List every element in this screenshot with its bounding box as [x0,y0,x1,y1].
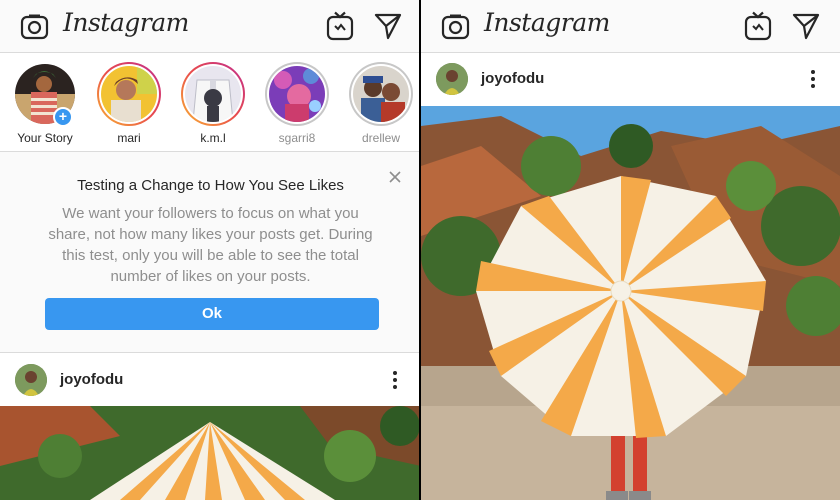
ok-button[interactable]: Ok [45,298,379,330]
avatar[interactable] [15,364,47,396]
avatar [353,66,409,122]
add-story-icon[interactable]: + [53,107,73,127]
post-username[interactable]: joyofodu [60,371,123,388]
story-ring [97,62,161,126]
story-name: Your Story [17,131,73,145]
post-photo[interactable] [421,106,840,500]
direct-message-icon[interactable] [792,12,820,40]
instagram-logo[interactable]: Instagram [63,8,189,37]
top-bar: Instagram [421,0,840,53]
phone-screen-right: Instagram joyofodu [421,0,840,500]
igtv-icon[interactable] [744,11,772,41]
story-drellew[interactable]: drellew [343,62,419,145]
story-name: mari [117,131,141,145]
post-username[interactable]: joyofodu [481,70,544,87]
avatar [185,66,241,122]
story-ring [181,62,245,126]
story-name: drellew [361,131,400,145]
story-kml[interactable]: k.m.l [175,62,251,145]
post-header: joyofodu [421,53,840,105]
more-vertical-icon[interactable] [810,69,816,89]
avatar [101,66,157,122]
top-bar: Instagram [0,0,421,53]
direct-message-icon[interactable] [374,12,402,40]
stories-tray: + Your Story mari k.m.l sgarri8 drellew [0,53,421,152]
camera-icon[interactable] [441,12,470,41]
story-name: k.m.l [200,131,226,145]
igtv-icon[interactable] [326,11,354,41]
story-sgarri8[interactable]: sgarri8 [259,62,335,145]
story-mari[interactable]: mari [91,62,167,145]
post-photo[interactable] [0,406,421,500]
instagram-logo[interactable]: Instagram [484,8,610,37]
likes-test-notice: Testing a Change to How You See Likes We… [0,152,421,353]
notice-title: Testing a Change to How You See Likes [77,177,344,194]
camera-icon[interactable] [20,12,49,41]
story-your-story[interactable]: + Your Story [7,62,83,145]
post-header: joyofodu [0,354,421,406]
more-vertical-icon[interactable] [392,370,398,390]
avatar [269,66,325,122]
phone-screen-left: Instagram + Your Story mari k.m.l sgarri… [0,0,421,500]
story-name: sgarri8 [278,131,316,145]
avatar[interactable] [436,63,468,95]
notice-body: We want your followers to focus on what … [48,205,373,285]
story-ring [349,62,413,126]
story-ring [265,62,329,126]
